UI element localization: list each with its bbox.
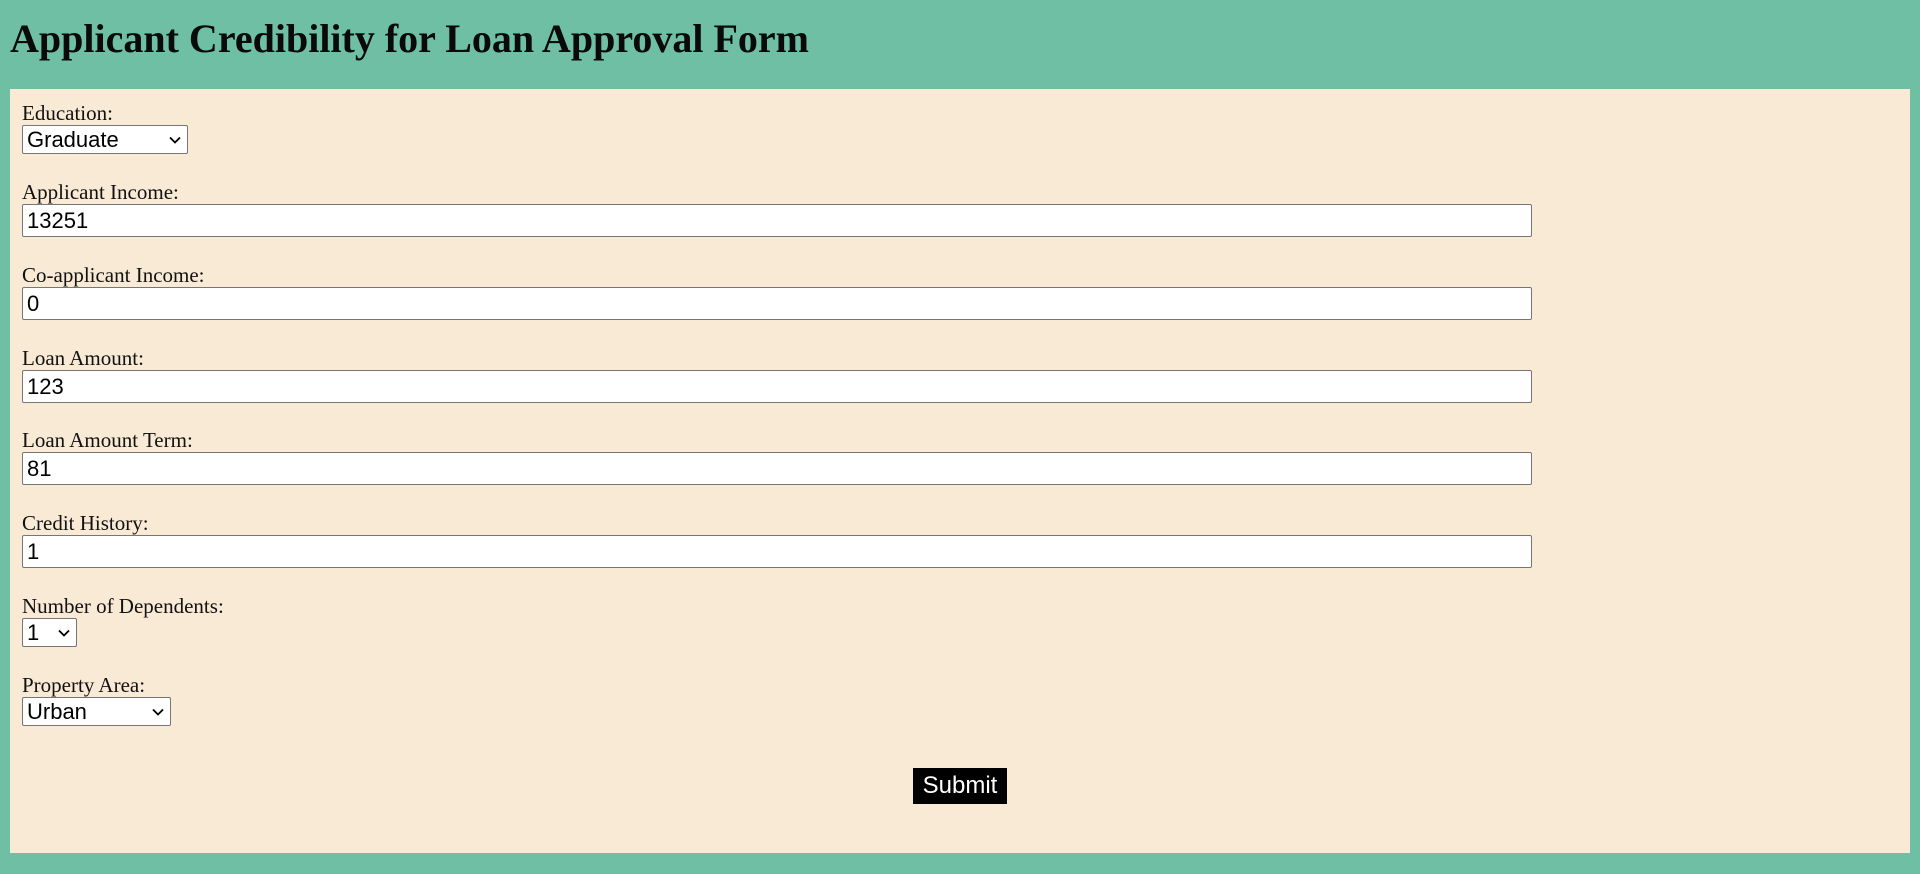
loan-amount-input[interactable] (22, 370, 1532, 403)
applicant-income-input[interactable] (22, 204, 1532, 237)
applicant-income-field: Applicant Income: (22, 180, 1532, 237)
chevron-down-icon (58, 629, 70, 637)
education-selected-value: Graduate (27, 126, 119, 152)
property-area-label: Property Area: (22, 673, 146, 697)
coapplicant-income-field: Co-applicant Income: (22, 263, 1532, 320)
education-label: Education: (22, 101, 113, 125)
applicant-income-label: Applicant Income: (22, 180, 179, 204)
loan-amount-term-input[interactable] (22, 452, 1532, 485)
education-select[interactable]: Graduate (22, 125, 188, 154)
loan-amount-label: Loan Amount: (22, 346, 144, 370)
credit-history-label: Credit History: (22, 511, 149, 535)
coapplicant-income-label: Co-applicant Income: (22, 263, 205, 287)
dependents-select[interactable]: 1 (22, 618, 77, 647)
credit-history-field: Credit History: (22, 511, 1532, 568)
dependents-label: Number of Dependents: (22, 594, 224, 618)
credit-history-input[interactable] (22, 535, 1532, 568)
dependents-field: Number of Dependents: 1 (22, 594, 224, 647)
dependents-selected-value: 1 (27, 619, 40, 645)
property-area-select[interactable]: Urban (22, 697, 171, 726)
loan-amount-field: Loan Amount: (22, 346, 1532, 403)
loan-amount-term-label: Loan Amount Term: (22, 428, 193, 452)
loan-form: Education: Graduate Applicant Income: Co… (10, 89, 1910, 853)
property-area-selected-value: Urban (27, 698, 87, 724)
page-title: Applicant Credibility for Loan Approval … (10, 16, 809, 61)
chevron-down-icon (169, 136, 181, 144)
education-field: Education: Graduate (22, 101, 188, 154)
coapplicant-income-input[interactable] (22, 287, 1532, 320)
loan-amount-term-field: Loan Amount Term: (22, 428, 1532, 485)
chevron-down-icon (152, 708, 164, 716)
submit-button[interactable]: Submit (913, 768, 1007, 804)
property-area-field: Property Area: Urban (22, 673, 171, 726)
